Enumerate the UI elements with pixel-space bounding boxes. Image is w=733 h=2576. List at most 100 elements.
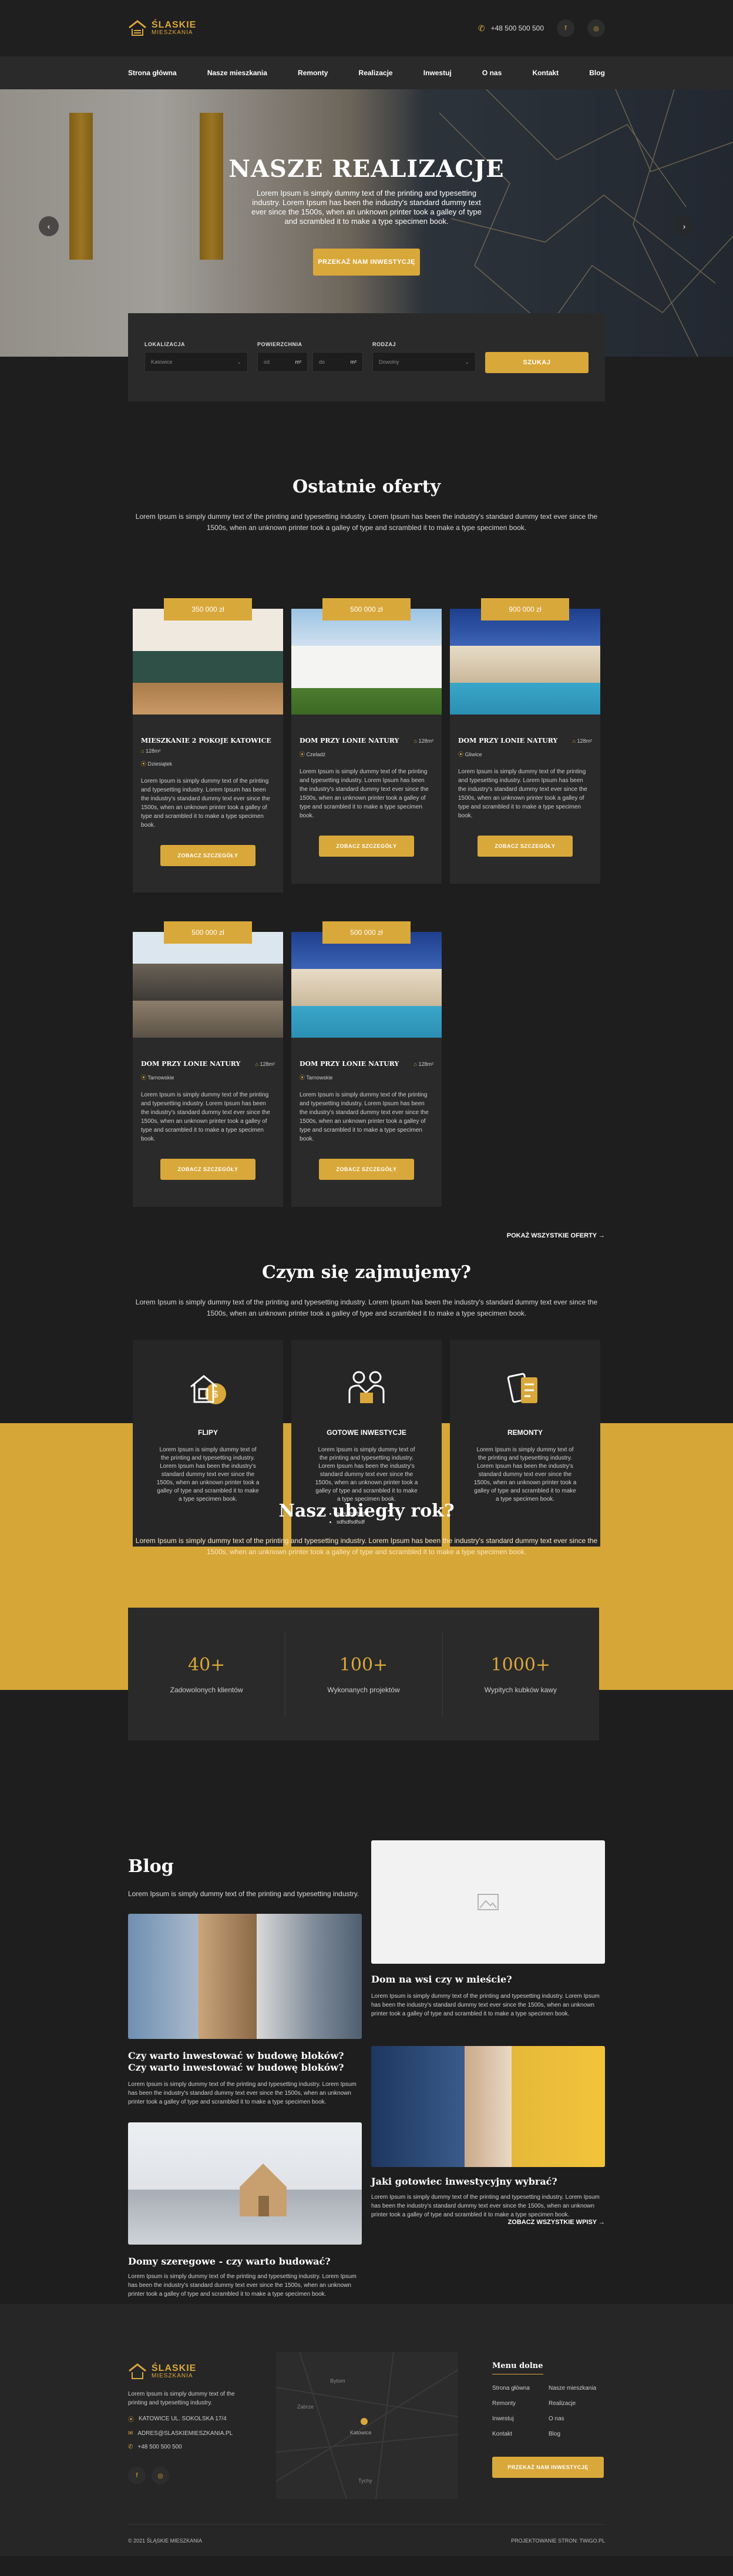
nav-item-home[interactable]: Strona główna (128, 69, 177, 77)
location-label: LOKALIZACJA (144, 341, 185, 347)
logo-line1: ŚLASKIE (152, 20, 197, 30)
pin-icon: ⦿ (128, 2417, 134, 2423)
pin-icon: ⦿ (300, 1075, 307, 1081)
instagram-icon[interactable]: ◎ (587, 19, 605, 37)
facebook-icon[interactable]: f (557, 19, 574, 37)
pin-icon: ⦿ (141, 761, 148, 767)
search-button[interactable]: SZUKAJ (485, 352, 589, 373)
blog-post-image[interactable] (128, 2122, 362, 2245)
blog-title: Blog (128, 1856, 174, 1877)
nav-item-renovations[interactable]: Remonty (298, 69, 328, 77)
site-header: ŚLASKIE MIESZKANIA ✆ +48 500 500 500 f ◎… (0, 0, 733, 89)
service-title: REMONTY (507, 1428, 543, 1437)
offer-location: ⦿ Gliwice (458, 752, 482, 757)
logo[interactable]: ŚLASKIE MIESZKANIA (128, 19, 196, 37)
copyright-bar: © 2021 ŚLĄSKIE MIESZKANIA PROJEKTOWANIE … (128, 2524, 605, 2556)
nav-item-about[interactable]: O nas (482, 69, 502, 77)
blog-post-text: Lorem Ipsum is simply dummy text of the … (128, 2081, 357, 2105)
blog-post-title[interactable]: Jaki gotowiec inwestycyjny wybrać? (371, 2176, 605, 2188)
type-select[interactable]: Dowolny ⌄ (372, 352, 476, 372)
blog-post-text: Lorem Ipsum is simply dummy text of the … (371, 2194, 600, 2218)
nav-item-blog[interactable]: Blog (589, 69, 605, 77)
instagram-icon[interactable]: ◎ (152, 2467, 169, 2484)
offer-description: Lorem Ipsum is simply dummy text of the … (141, 778, 270, 829)
offer-location: ⦿ Czeladź (300, 752, 326, 757)
nav-item-realizations[interactable]: Realizacje (359, 69, 393, 77)
offer-area: ⌂ 128m² (572, 737, 592, 744)
footer-menu-item[interactable]: Strona główna (492, 2385, 530, 2391)
footer-menu-item[interactable]: Kontakt (492, 2431, 512, 2437)
nav-item-apartments[interactable]: Nasze mieszkania (207, 69, 267, 77)
offer-image (291, 932, 442, 1038)
offer-card[interactable]: 500 000 zł DOM PRZY LONIE NATURY ⌂ 128m²… (133, 921, 283, 1207)
pin-icon: ⦿ (458, 752, 465, 757)
offer-card[interactable]: 900 000 zł DOM PRZY LONIE NATURY ⌂ 128m²… (450, 598, 600, 884)
footer-cta-button[interactable]: PRZEKAŻ NAM INWESTYCJĘ (492, 2457, 604, 2478)
nav-item-contact[interactable]: Kontakt (532, 69, 559, 77)
blog-tail: Domy szeregowe - czy warto budować? Lore… (0, 2219, 733, 2304)
offer-details-button[interactable]: ZOBACZ SZCZEGÓŁY (478, 836, 573, 857)
footer-menu-item[interactable]: Realizacje (549, 2400, 576, 2407)
credit-link[interactable]: PROJEKTOWANIE STRON: TWiGO.PL (511, 2538, 605, 2544)
hero-text: Lorem Ipsum is simply dummy text of the … (251, 189, 482, 226)
footer-menu-item[interactable]: O nas (549, 2416, 564, 2422)
blog-post-image[interactable] (371, 2046, 605, 2167)
house-model-illustration (240, 2164, 287, 2216)
offer-title: DOM PRZY LONIE NATURY (300, 737, 399, 744)
offer-card[interactable]: 500 000 zł DOM PRZY LONIE NATURY ⌂ 128m²… (291, 921, 442, 1207)
hero-title: NASZE REALIZACJE (228, 155, 505, 183)
footer-phone[interactable]: ✆ +48 500 500 500 (128, 2444, 246, 2450)
phone-number: +48 500 500 500 (490, 24, 544, 32)
offer-details-button[interactable]: ZOBACZ SZCZEGÓŁY (319, 836, 414, 857)
offer-area: ⌂ 128m² (141, 748, 161, 754)
stat-label: Zadowolonych klientów (170, 1686, 243, 1694)
chevron-down-icon: ⌄ (237, 358, 241, 365)
area-to-input[interactable]: do m² (312, 352, 363, 372)
top-bar: ŚLASKIE MIESZKANIA ✆ +48 500 500 500 f ◎ (0, 0, 733, 56)
slider-prev-icon[interactable]: ‹ (39, 216, 59, 236)
hero-cta-button[interactable]: PRZEKAŻ NAM INWESTYCJĘ (313, 249, 420, 276)
area-from-input[interactable]: od m² (257, 352, 308, 372)
blog-post-title[interactable]: Czy warto inwestować w budowę bloków? Cz… (128, 2050, 362, 2074)
footer-logo[interactable]: ŚLASKIE MIESZKANIA (128, 2363, 246, 2380)
footer-menu-item[interactable]: Remonty (492, 2400, 516, 2407)
blog-post-title[interactable]: Domy szeregowe - czy warto budować? (128, 2256, 362, 2268)
phone-icon: ✆ (128, 2444, 133, 2450)
offer-area: ⌂ 128m² (413, 737, 433, 744)
footer-email[interactable]: ✉ ADRES@SLASKIEMIESZKANIA.PL (128, 2430, 246, 2437)
show-all-posts-link[interactable]: ZOBACZ WSZYSTKIE WPISY → (508, 2219, 605, 2226)
offer-card[interactable]: 350 000 zł MIESZKANIE 2 POKOJE KATOWICE … (133, 598, 283, 893)
offers-intro: Lorem Ipsum is simply dummy text of the … (135, 512, 598, 532)
footer-description: Lorem Ipsum is simply dummy text of the … (128, 2391, 235, 2406)
offer-details-button[interactable]: ZOBACZ SZCZEGÓŁY (160, 1159, 255, 1180)
copyright-text: © 2021 ŚLĄSKIE MIESZKANIA (128, 2537, 203, 2544)
offer-title: DOM PRZY LONIE NATURY (458, 737, 558, 744)
blog-post-title[interactable]: Dom na wsi czy w mieście? (371, 1974, 605, 1985)
services-intro: Lorem Ipsum is simply dummy text of the … (135, 1298, 598, 1317)
offer-price: 500 000 zł (322, 921, 411, 944)
offer-price: 350 000 zł (164, 598, 252, 620)
blog-post-image[interactable] (128, 1914, 362, 2039)
offer-image (133, 609, 283, 715)
stats-spacer: 40+ Zadowolonych klientów 100+ Wykonanyc… (0, 1608, 733, 1740)
location-select[interactable]: Katowice ⌄ (144, 352, 248, 372)
offer-details-button[interactable]: ZOBACZ SZCZEGÓŁY (160, 845, 255, 866)
mail-icon: ✉ (128, 2430, 133, 2437)
footer-menu-item[interactable]: Nasze mieszkania (549, 2385, 596, 2391)
site-footer: ŚLASKIE MIESZKANIA Lorem Ipsum is simply… (0, 2304, 733, 2556)
header-phone[interactable]: ✆ +48 500 500 500 (478, 24, 544, 33)
offer-image (450, 609, 600, 715)
location-map[interactable]: Bytom Zabrze Katowice Tychy (276, 2352, 458, 2499)
offer-title: MIESZKANIE 2 POKOJE KATOWICE (141, 737, 271, 744)
offer-card[interactable]: 500 000 zł DOM PRZY LONIE NATURY ⌂ 128m²… (291, 598, 442, 884)
footer-menu-item[interactable]: Blog (549, 2431, 560, 2437)
facebook-icon[interactable]: f (128, 2467, 146, 2484)
slider-next-icon[interactable]: › (674, 216, 694, 236)
footer-menu-item[interactable]: Inwestuj (492, 2416, 514, 2422)
service-text: Lorem Ipsum is simply dummy text of the … (156, 1447, 260, 1502)
offer-details-button[interactable]: ZOBACZ SZCZEGÓŁY (319, 1159, 414, 1180)
blog-post-image[interactable] (371, 1840, 605, 1964)
stat-number: 100+ (339, 1655, 388, 1675)
area-label: POWIERZCHNIA (257, 341, 302, 347)
nav-item-invest[interactable]: Inwestuj (423, 69, 452, 77)
